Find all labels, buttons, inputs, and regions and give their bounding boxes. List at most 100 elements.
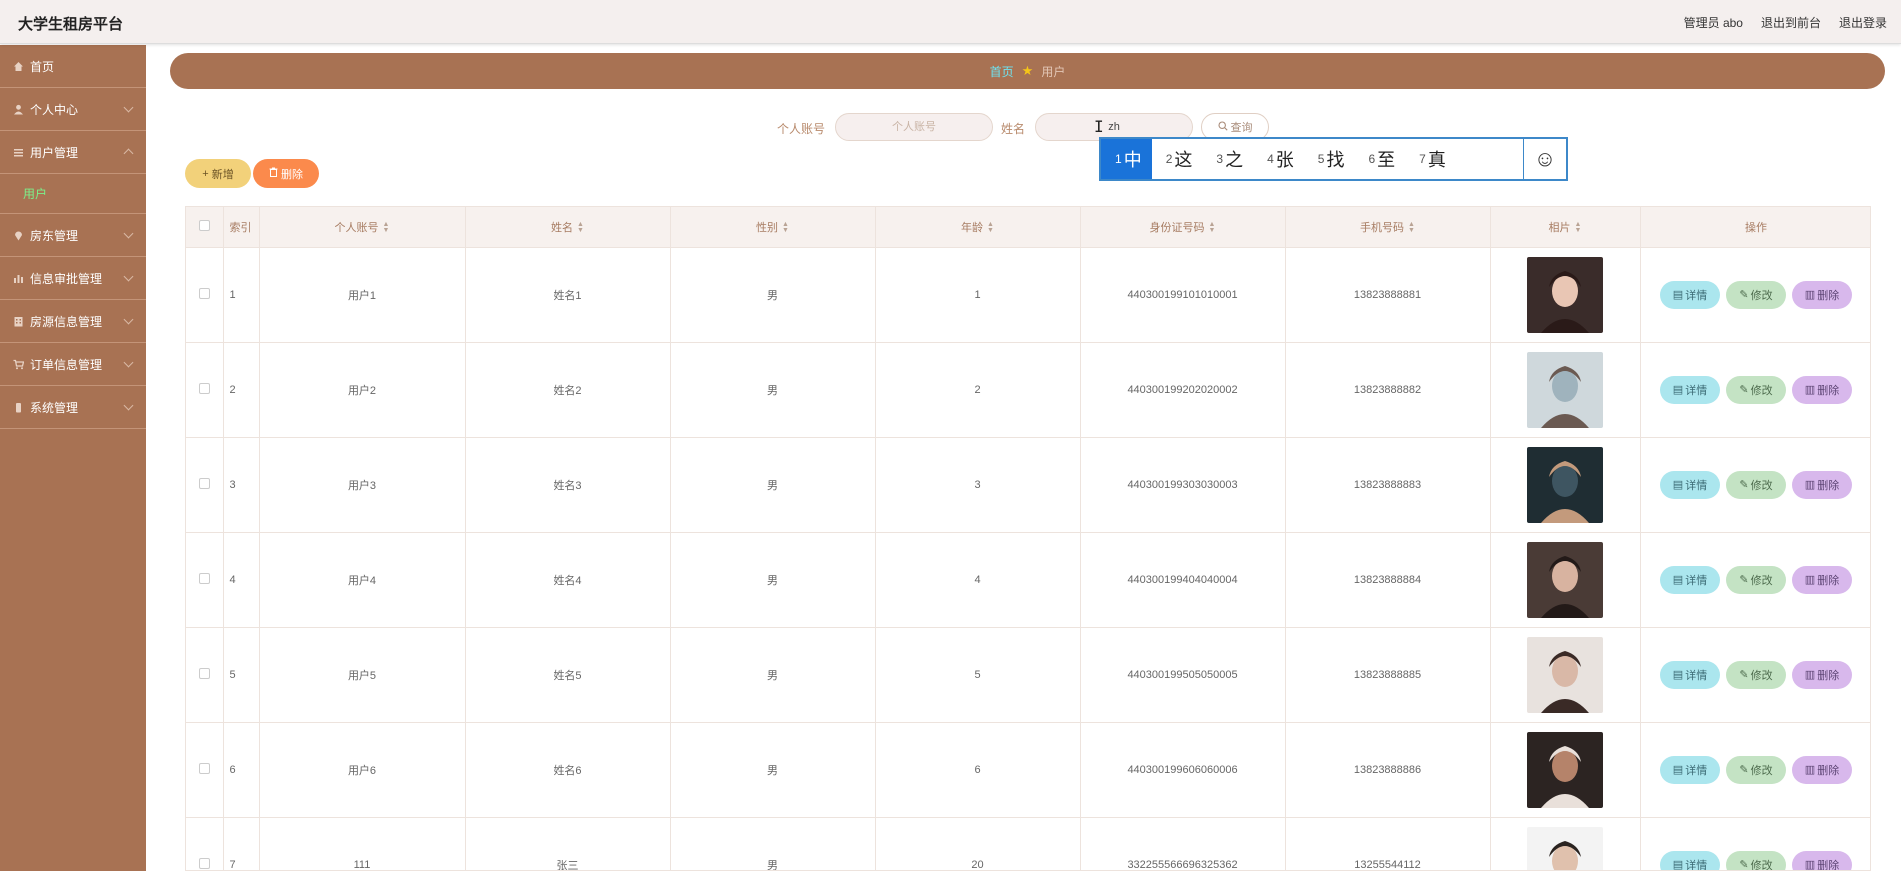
user-photo[interactable]	[1527, 541, 1603, 618]
header-gender[interactable]: 性别 ▲ ▼	[670, 207, 876, 248]
cell-phone: 13255544112	[1285, 817, 1491, 870]
user-photo[interactable]	[1527, 256, 1603, 333]
ime-candidate[interactable]: 4张	[1253, 139, 1304, 179]
edit-button[interactable]: ✎ 修改	[1726, 280, 1786, 309]
query-label: 查询	[1230, 122, 1253, 134]
ime-candidate[interactable]: 5找	[1304, 139, 1355, 179]
detail-button[interactable]: ▤ 详情	[1660, 375, 1720, 404]
header-age[interactable]: 年龄 ▲ ▼	[875, 207, 1081, 248]
sidebar-item-listing-management[interactable]: 房源信息管理	[0, 300, 146, 343]
cell-id-card: 440300199606060006	[1080, 722, 1286, 818]
header-checkbox-cell	[186, 207, 224, 248]
header-photo[interactable]: 相片 ▲ ▼	[1490, 207, 1641, 248]
sidebar-subitem-user[interactable]: 用户	[0, 174, 146, 214]
delete-button[interactable]: ▥ 删除	[1792, 470, 1852, 499]
chevron-down-icon	[123, 271, 134, 282]
edit-button[interactable]: ✎ 修改	[1726, 755, 1786, 784]
ime-candidate[interactable]: 6至	[1354, 139, 1405, 179]
edit-button[interactable]: ✎ 修改	[1726, 565, 1786, 594]
header-label: 身份证号码	[1149, 221, 1205, 234]
sidebar-item-personal-center[interactable]: 个人中心	[0, 88, 146, 131]
chevron-up-icon	[123, 148, 134, 159]
select-all-checkbox[interactable]	[198, 219, 210, 231]
row-checkbox[interactable]	[198, 382, 210, 394]
ime-candidate[interactable]: 7真	[1405, 139, 1456, 179]
cell-index: 4	[223, 532, 260, 628]
row-checkbox[interactable]	[198, 572, 210, 584]
detail-label: 详情	[1685, 479, 1708, 492]
row-checkbox[interactable]	[198, 287, 210, 299]
delete-button[interactable]: ▥ 删除	[1792, 850, 1852, 870]
app-title: 大学生租房平台	[18, 16, 124, 33]
sidebar-item-order-management[interactable]: 订单信息管理	[0, 343, 146, 386]
breadcrumb: 首页 ★ 用户	[170, 53, 1885, 89]
delete-button[interactable]: ▥ 删除	[1792, 755, 1852, 784]
cell-age: 20	[875, 817, 1081, 870]
cell-phone: 13823888883	[1285, 437, 1491, 533]
batch-delete-button[interactable]: 删除	[253, 159, 319, 188]
sort-icon: ▲ ▼	[382, 220, 390, 234]
detail-button[interactable]: ▤ 详情	[1660, 565, 1720, 594]
sidebar-subitem-label: 用户	[23, 187, 48, 201]
detail-button[interactable]: ▤ 详情	[1660, 470, 1720, 499]
cell-age: 1	[875, 247, 1081, 343]
cell-photo	[1490, 342, 1641, 438]
ime-candidate[interactable]: 1中	[1101, 139, 1152, 179]
detail-label: 详情	[1685, 764, 1708, 777]
account-search-input[interactable]	[835, 113, 993, 141]
detail-button[interactable]: ▤ 详情	[1660, 850, 1720, 870]
user-photo[interactable]	[1527, 446, 1603, 523]
plus-icon: +	[202, 167, 209, 180]
cell-name: 姓名1	[465, 247, 671, 343]
sidebar-item-approval-management[interactable]: 信息审批管理	[0, 257, 146, 300]
emoji-icon[interactable]: ☺	[1524, 139, 1566, 179]
sidebar-item-system-management[interactable]: 系统管理	[0, 386, 146, 429]
delete-button[interactable]: ▥ 删除	[1792, 280, 1852, 309]
cell-photo	[1490, 247, 1641, 343]
row-checkbox[interactable]	[198, 667, 210, 679]
row-checkbox[interactable]	[198, 477, 210, 489]
sidebar-item-home[interactable]: 首页	[0, 45, 146, 88]
top-right-links: 管理员 abo 退出到前台 退出登录	[1684, 14, 1887, 31]
table-row: 6 用户6 姓名6 男 6 440300199606060006 1382388…	[186, 722, 1870, 818]
sidebar-item-label: 个人中心	[30, 102, 79, 117]
trash-icon: ▥	[1804, 669, 1816, 681]
header-name[interactable]: 姓名 ▲ ▼	[465, 207, 671, 248]
detail-button[interactable]: ▤ 详情	[1660, 280, 1720, 309]
edit-label: 修改	[1750, 384, 1773, 397]
sidebar-item-user-management[interactable]: 用户管理	[0, 131, 146, 174]
back-to-front-link[interactable]: 退出到前台	[1761, 14, 1821, 31]
account-label: 个人账号	[777, 122, 826, 136]
ime-candidate[interactable]: 3之	[1202, 139, 1253, 179]
user-photo[interactable]	[1527, 731, 1603, 808]
table-row: 4 用户4 姓名4 男 4 440300199404040004 1382388…	[186, 532, 1870, 628]
header-phone[interactable]: 手机号码 ▲ ▼	[1285, 207, 1491, 248]
trash-icon: ▥	[1804, 289, 1816, 301]
edit-button[interactable]: ✎ 修改	[1726, 850, 1786, 870]
edit-button[interactable]: ✎ 修改	[1726, 375, 1786, 404]
delete-button[interactable]: ▥ 删除	[1792, 565, 1852, 594]
cell-name: 张三	[465, 817, 671, 870]
detail-button[interactable]: ▤ 详情	[1660, 755, 1720, 784]
logout-link[interactable]: 退出登录	[1839, 14, 1887, 31]
table-row: 3 用户3 姓名3 男 3 440300199303030003 1382388…	[186, 437, 1870, 533]
delete-button[interactable]: ▥ 删除	[1792, 660, 1852, 689]
header-id-card[interactable]: 身份证号码 ▲ ▼	[1080, 207, 1286, 248]
header-account[interactable]: 个人账号 ▲ ▼	[259, 207, 466, 248]
cell-operations: ▤ 详情 ✎ 修改 ▥ 删除	[1640, 627, 1870, 723]
edit-button[interactable]: ✎ 修改	[1726, 470, 1786, 499]
user-photo[interactable]	[1527, 351, 1603, 428]
detail-button[interactable]: ▤ 详情	[1660, 660, 1720, 689]
row-checkbox[interactable]	[198, 857, 210, 869]
ime-candidate[interactable]: 2这	[1152, 139, 1203, 179]
add-button[interactable]: + 新增	[185, 159, 251, 188]
edit-button[interactable]: ✎ 修改	[1726, 660, 1786, 689]
user-photo[interactable]	[1527, 636, 1603, 713]
candidate-number: 3	[1216, 152, 1224, 166]
sidebar-item-landlord-management[interactable]: 房东管理	[0, 214, 146, 257]
delete-button[interactable]: ▥ 删除	[1792, 375, 1852, 404]
cell-account: 用户4	[259, 532, 466, 628]
breadcrumb-home[interactable]: 首页	[990, 63, 1014, 80]
row-checkbox[interactable]	[198, 762, 210, 774]
user-photo[interactable]	[1527, 826, 1603, 871]
